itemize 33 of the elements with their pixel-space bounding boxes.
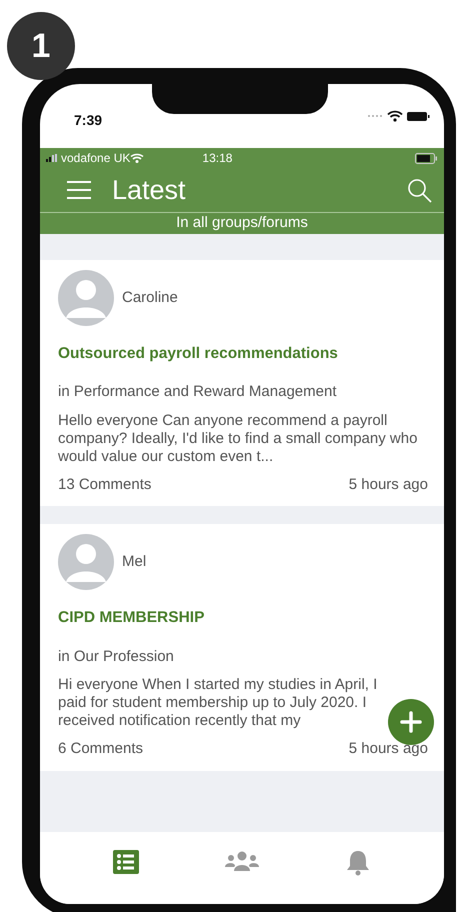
step-badge: 1 bbox=[7, 12, 75, 80]
comment-count[interactable]: 13 Comments bbox=[58, 474, 152, 496]
signal-icon bbox=[46, 154, 57, 162]
battery-icon bbox=[407, 110, 430, 122]
group-name: in Our Profession bbox=[58, 646, 175, 666]
wifi-icon bbox=[387, 110, 403, 122]
post-time: 5 hours ago bbox=[348, 474, 428, 495]
author-name: Caroline bbox=[122, 288, 178, 308]
post-title[interactable]: CIPD MEMBERSHIP bbox=[58, 606, 428, 630]
post-title[interactable]: Outsourced payroll recommendations bbox=[58, 342, 428, 366]
menu-icon[interactable] bbox=[66, 179, 92, 201]
search-icon[interactable] bbox=[407, 178, 432, 202]
post-card[interactable]: Mel CIPD MEMBERSHIP in Our Profession Hi everyone When I started my studies in April, I paid for student membership up to July 2020. I received notification recently that my 6 Comments 5 hours ago bbox=[40, 524, 444, 770]
comment-count[interactable]: 6 Comments bbox=[58, 738, 144, 760]
list-icon[interactable] bbox=[112, 850, 139, 874]
post-excerpt: Hello everyone Can anyone recommend a payroll company? Ideally, I'd like to find a small company who would value our custom even t... bbox=[58, 412, 418, 466]
wifi-icon bbox=[130, 152, 144, 164]
signal-icon bbox=[367, 112, 383, 120]
status-time: 13:18 bbox=[202, 150, 234, 167]
author-name: Mel bbox=[122, 552, 146, 572]
plus-icon bbox=[400, 711, 422, 733]
post-excerpt: Hi everyone When I started my studies in April, I paid for student membership up to July 2020. I received notification recently that my bbox=[58, 676, 378, 730]
group-name: in Performance and Reward Management bbox=[58, 382, 338, 402]
post-time: 5 hours ago bbox=[348, 739, 428, 759]
bell-icon[interactable] bbox=[345, 848, 372, 876]
battery-icon bbox=[415, 152, 438, 164]
avatar-icon bbox=[58, 534, 114, 590]
post-card[interactable] bbox=[40, 260, 444, 506]
page-title: Latest bbox=[112, 176, 187, 204]
avatar-icon bbox=[58, 270, 114, 326]
people-icon[interactable] bbox=[224, 851, 260, 873]
carrier-name: vodafone UK bbox=[61, 150, 130, 167]
status-time: 7:39 bbox=[74, 111, 102, 130]
